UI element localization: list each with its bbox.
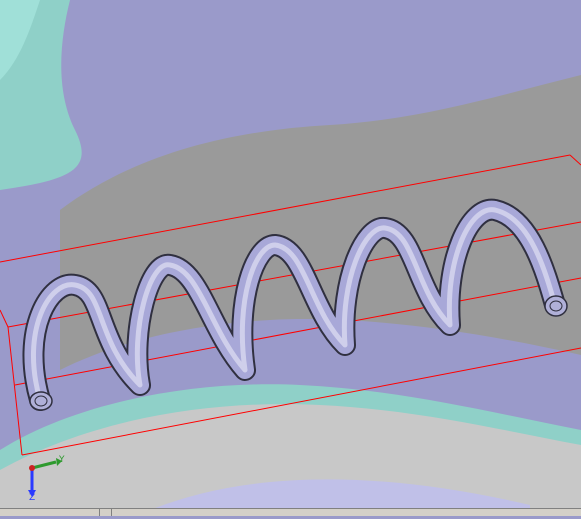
spring-end-cap-left: [29, 391, 53, 411]
triad-y-label: Y: [58, 455, 65, 465]
triad-z-label: Z: [29, 493, 35, 503]
spring-end-cap-right: [544, 295, 568, 317]
3d-viewport[interactable]: Y Z: [0, 0, 581, 515]
viewport-scene: Y Z: [0, 0, 581, 515]
triad-origin: [29, 465, 35, 471]
